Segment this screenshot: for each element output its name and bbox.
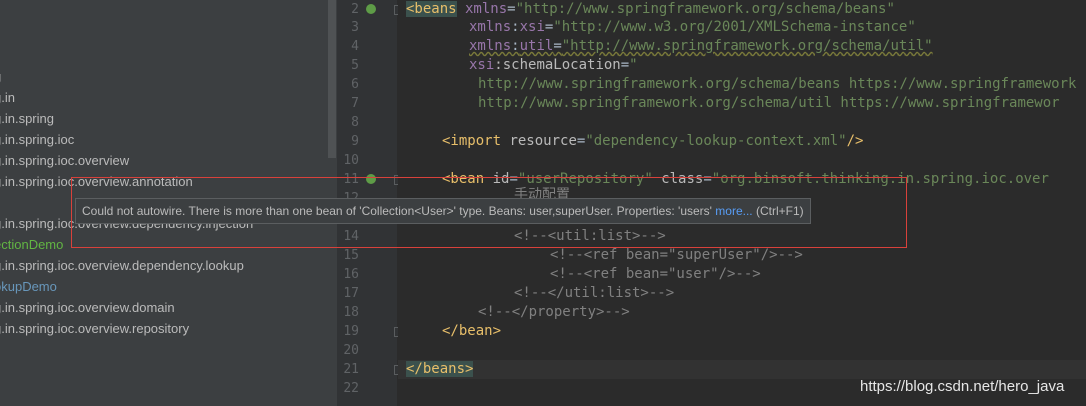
code-line-3: xmlns:xsi="http://www.w3.org/2001/XMLSch…	[469, 18, 916, 37]
xml-comment: <!--</util:list>-->	[514, 285, 675, 301]
line-number: 7	[351, 96, 359, 111]
spring-bean-icon[interactable]	[366, 4, 376, 14]
code-line-16: <!--<ref bean="user"/>-->	[550, 265, 761, 284]
tree-item[interactable]: g.in.spring.ioc.overview.repository	[0, 318, 189, 339]
line-number: 4	[351, 39, 359, 54]
xml-value: "http://www.w3.org/2001/XMLSchema-instan…	[553, 19, 916, 35]
xml-eq: =	[620, 57, 630, 73]
xml-attr: xsi	[469, 57, 495, 73]
code-line-17: <!--</util:list>-->	[514, 284, 674, 303]
line-number: 17	[343, 286, 359, 301]
xml-tag: <beans	[406, 1, 457, 17]
error-highlight-box	[71, 177, 907, 248]
tree-item[interactable]: g.in.spring	[0, 108, 54, 129]
code-line-5: xsi:schemaLocation="	[469, 56, 638, 75]
xml-attr: xmlns	[456, 1, 508, 17]
xml-attr: xsi	[519, 19, 545, 35]
tree-item-class[interactable]: ectionDemo	[0, 234, 63, 255]
xml-colon: :	[511, 19, 520, 35]
code-line-4: xmlns:util="http://www.springframework.o…	[469, 37, 933, 56]
xml-attr: xmlns	[469, 19, 512, 35]
line-number: 20	[343, 343, 359, 358]
xml-value: "http://www.springframework.org/schema/b…	[515, 1, 895, 17]
line-number: 8	[351, 115, 359, 130]
tree-item[interactable]: g	[0, 66, 1, 87]
line-number: 10	[343, 153, 359, 168]
line-number: 19	[343, 324, 359, 339]
xml-eq: =	[553, 38, 562, 54]
code-line-15: <!--<ref bean="superUser"/>-->	[550, 246, 803, 265]
code-line-9: <import resource="dependency-lookup-cont…	[442, 132, 863, 151]
tree-item[interactable]: g.in.spring.ioc.overview	[0, 150, 129, 171]
xml-comment: <!--<ref bean="user"/>-->	[550, 266, 761, 282]
line-number: 15	[343, 248, 359, 263]
tree-item[interactable]: g.in	[0, 87, 15, 108]
xml-value: http://www.springframework.org/schema/ut…	[478, 95, 1060, 111]
code-line-2: <beans xmlns="http://www.springframework…	[406, 0, 895, 19]
line-number: 6	[351, 77, 359, 92]
xml-tag: </beans	[406, 361, 466, 377]
xml-eq: =	[507, 1, 516, 17]
line-number: 3	[351, 20, 359, 35]
tree-item[interactable]: g.in.spring.ioc.overview.domain	[0, 297, 175, 318]
xml-tag: <import	[442, 133, 502, 149]
line-number: 21	[343, 362, 359, 377]
watermark: https://blog.csdn.net/hero_java	[860, 378, 1065, 395]
tree-item[interactable]: g.in.spring.ioc.overview.dependency.look…	[0, 255, 244, 276]
code-line-18: <!--</property>-->	[478, 303, 630, 322]
line-number: 16	[343, 267, 359, 282]
xml-comment: <!--</property>-->	[478, 304, 630, 320]
xml-attr: resource	[501, 133, 577, 149]
xml-attr: util	[519, 38, 554, 54]
xml-value: "dependency-lookup-context.xml"	[585, 133, 847, 149]
caret-line-highlight	[398, 360, 1086, 379]
xml-attr: xmlns	[469, 38, 512, 54]
line-number: 9	[351, 134, 359, 149]
xml-value: http://www.springframework.org/schema/be…	[478, 76, 1077, 92]
line-number: 2	[351, 2, 359, 17]
xml-tag-end: />	[846, 133, 864, 149]
code-line-19: </bean>	[442, 322, 501, 341]
xml-tag-end: >	[465, 361, 474, 377]
xml-value: "http://www.springframework.org/schema/u…	[561, 38, 933, 54]
xml-colon: :	[511, 38, 520, 54]
code-line-7: http://www.springframework.org/schema/ut…	[478, 94, 1060, 113]
xml-attr: :schemaLocation	[494, 57, 621, 73]
xml-comment: <!--<ref bean="superUser"/>-->	[550, 247, 803, 263]
sidebar-scrollbar[interactable]	[328, 0, 336, 158]
code-line-21: </beans>	[406, 360, 474, 379]
tree-item[interactable]: g.in.spring.ioc	[0, 129, 74, 150]
line-number: 18	[343, 305, 359, 320]
xml-tag: </bean>	[442, 323, 502, 339]
code-line-6: http://www.springframework.org/schema/be…	[478, 75, 1076, 94]
tree-item-class[interactable]: okupDemo	[0, 276, 57, 297]
line-number: 5	[351, 58, 359, 73]
xml-value: "	[629, 57, 638, 73]
line-number: 22	[343, 381, 359, 396]
